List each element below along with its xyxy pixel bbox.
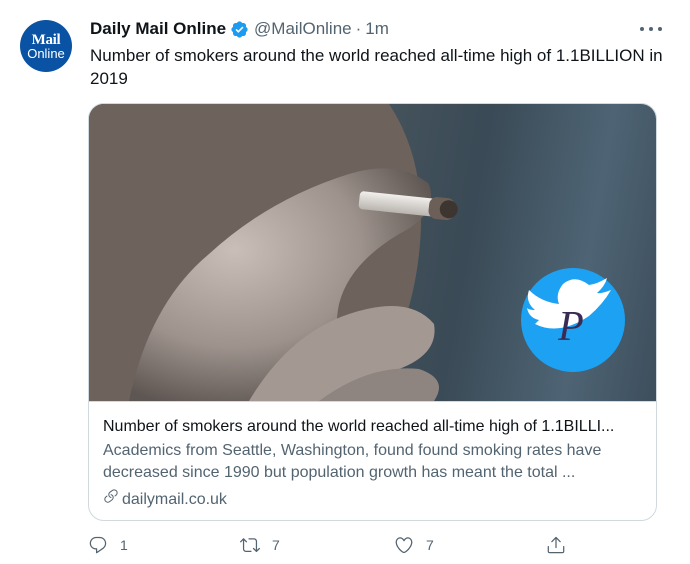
watermark-letter: P	[557, 304, 584, 350]
card-link[interactable]: dailymail.co.uk	[103, 488, 642, 511]
avatar-line1: Mail	[31, 31, 61, 48]
share-button[interactable]	[546, 534, 566, 556]
retweet-icon	[240, 535, 260, 555]
verified-badge-icon	[230, 20, 249, 39]
card-description: Academics from Seattle, Washington, foun…	[103, 442, 602, 481]
avatar-line2: Online	[27, 45, 65, 61]
like-count: 7	[426, 537, 434, 553]
timestamp[interactable]: 1m	[365, 19, 389, 39]
reply-button[interactable]: 1	[88, 534, 128, 556]
card-body: Number of smokers around the world reach…	[89, 401, 656, 520]
avatar[interactable]: Mail Online	[20, 20, 72, 72]
tweet[interactable]: Mail Online Daily Mail Online @MailOnlin…	[0, 0, 690, 564]
card-title[interactable]: Number of smokers around the world reach…	[103, 416, 642, 438]
retweet-button[interactable]: 7	[240, 534, 280, 556]
card-domain: dailymail.co.uk	[122, 490, 227, 508]
share-icon	[546, 535, 566, 555]
link-card[interactable]: P Number of smokers around the world rea…	[88, 103, 657, 521]
like-button[interactable]: 7	[394, 534, 434, 556]
more-options-icon[interactable]	[640, 20, 662, 38]
reply-icon	[88, 535, 108, 555]
separator-dot: ·	[355, 19, 362, 38]
reply-count: 1	[120, 537, 128, 553]
tweet-header: Daily Mail Online @MailOnline · 1m	[90, 17, 389, 41]
tweet-text: Number of smokers around the world reach…	[90, 46, 663, 88]
link-icon	[103, 488, 122, 511]
tweet-actions: 1 7 7	[88, 534, 578, 556]
account-name[interactable]: Daily Mail Online	[90, 19, 226, 39]
retweet-count: 7	[272, 537, 280, 553]
heart-icon	[394, 535, 414, 555]
card-image: P	[89, 104, 656, 401]
account-handle[interactable]: @MailOnline	[254, 19, 352, 39]
